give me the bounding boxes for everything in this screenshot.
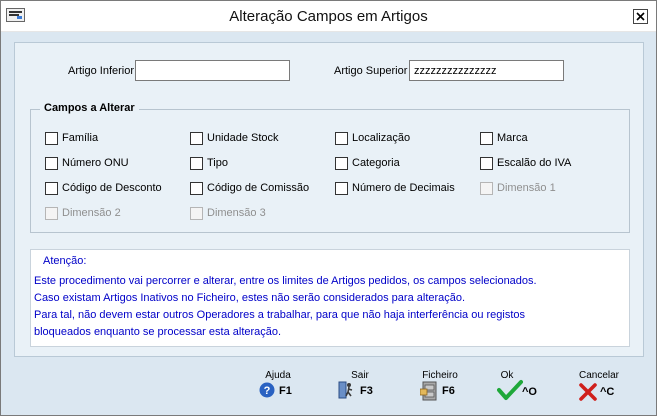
file-cabinet-icon <box>420 381 437 401</box>
upper-article-label: Artigo Superior <box>334 65 408 77</box>
cross-icon <box>579 383 597 401</box>
notice-line: bloqueados enquanto se processar esta al… <box>34 326 282 338</box>
content-panel: Artigo Inferior Artigo Superior Campos a… <box>14 42 644 357</box>
checkmark-icon <box>497 380 523 400</box>
notice-line: Caso existam Artigos Inativos no Ficheir… <box>34 292 466 304</box>
dialog-window: Alteração Campos em Artigos Artigo Infer… <box>0 0 657 416</box>
fields-group: Campos a Alterar Família Unidade Stock L… <box>30 102 630 233</box>
title-bar: Alteração Campos em Artigos <box>1 1 656 32</box>
warning-notice: Atenção: Este procedimento vai percorrer… <box>30 249 630 347</box>
lower-article-label: Artigo Inferior <box>68 65 135 77</box>
upper-article-input[interactable] <box>409 60 564 81</box>
notice-line: Para tal, não devem estar outros Operado… <box>34 309 526 321</box>
close-icon <box>636 12 645 21</box>
notice-heading: Atenção: <box>43 255 87 267</box>
exit-icon <box>338 381 353 399</box>
window-title: Alteração Campos em Artigos <box>229 8 428 25</box>
ok-button[interactable]: Ok ^O <box>495 367 545 407</box>
exit-button[interactable]: Sair F3 <box>335 367 381 407</box>
fields-group-title: Campos a Alterar <box>40 102 139 114</box>
file-button[interactable]: Ficheiro F6 <box>415 367 465 407</box>
help-icon: ? <box>259 382 275 398</box>
notice-line: Este procedimento vai percorrer e altera… <box>34 275 537 287</box>
cancel-button[interactable]: Cancelar ^C <box>573 367 625 407</box>
close-button[interactable] <box>633 9 648 24</box>
svg-text:?: ? <box>264 385 271 397</box>
help-button[interactable]: Ajuda ? F1 <box>255 367 305 407</box>
lower-article-input[interactable] <box>135 60 290 81</box>
